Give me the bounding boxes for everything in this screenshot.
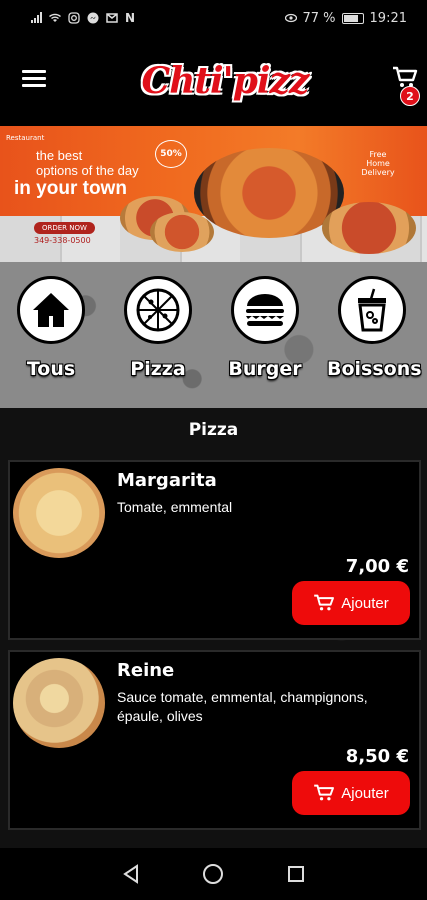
product-list: Pizza Margarita Tomate, emmental 7,00 € … — [0, 408, 427, 848]
cart-icon — [314, 594, 335, 611]
section-title: Pizza — [188, 420, 239, 440]
battery-percent: 77 % — [302, 10, 336, 26]
eye-icon — [284, 13, 297, 23]
mail-icon — [106, 13, 118, 23]
category-pizza[interactable]: Pizza — [113, 276, 203, 404]
burger-icon — [246, 294, 284, 326]
banner-pizza-image — [150, 212, 214, 252]
status-icons-left: N — [30, 11, 135, 25]
brand-logo: Chti'pizz — [140, 54, 310, 108]
cart-icon — [314, 784, 335, 801]
category-label: Tous — [26, 358, 76, 380]
chef-logo: Restaurant — [6, 134, 45, 142]
back-icon — [123, 864, 139, 884]
signal-icon — [31, 12, 42, 23]
recents-button[interactable] — [285, 863, 307, 885]
brand-name: Chti'pizz — [141, 60, 310, 102]
cart-button[interactable]: 2 — [392, 66, 422, 116]
menu-icon[interactable] — [22, 70, 46, 90]
product-price: 7,00 € — [345, 556, 409, 577]
product-name: Margarita — [117, 470, 217, 491]
category-burger[interactable]: Burger — [220, 276, 310, 404]
banner-phone: 349-338-0500 — [34, 236, 91, 245]
category-all[interactable]: Tous — [6, 276, 96, 404]
add-to-cart-label: Ajouter — [341, 784, 389, 802]
drink-icon — [358, 288, 386, 332]
banner-headline-1: the best options of the day — [36, 148, 139, 178]
category-bar: Tous Pizza Burger Boissons — [0, 262, 427, 408]
messenger-icon — [87, 12, 99, 24]
pizza-icon — [136, 288, 180, 332]
product-image — [13, 468, 105, 558]
wifi-icon — [49, 13, 61, 22]
system-nav-bar — [0, 848, 427, 900]
recents-icon — [287, 866, 304, 882]
category-label: Burger — [228, 358, 302, 380]
category-label: Boissons — [327, 358, 422, 380]
promo-banner[interactable]: Restaurant the best options of the day i… — [0, 126, 427, 262]
product-name: Reine — [117, 660, 175, 681]
banner-headline-3: in your town — [14, 178, 127, 199]
discount-badge: 50% — [155, 140, 187, 168]
clock: 19:21 — [369, 10, 407, 26]
product-card-margarita[interactable]: Margarita Tomate, emmental 7,00 € Ajoute… — [8, 460, 421, 640]
banner-delivery-text: Free Home Delivery — [361, 150, 395, 177]
home-icon — [33, 293, 69, 327]
product-image — [13, 658, 105, 748]
product-description: Sauce tomate, emmental, champignons, épa… — [117, 689, 368, 724]
product-description: Tomate, emmental — [117, 499, 233, 515]
home-button[interactable] — [202, 863, 224, 885]
home-circle-icon — [203, 864, 224, 884]
add-to-cart-label: Ajouter — [341, 594, 389, 612]
banner-pizza-image — [322, 202, 416, 254]
category-drinks[interactable]: Boissons — [327, 276, 422, 404]
add-to-cart-button[interactable]: Ajouter — [292, 581, 410, 625]
status-icons-right: 77 % 19:21 — [284, 10, 407, 26]
instagram-icon — [68, 12, 80, 24]
n-icon: N — [125, 11, 136, 25]
battery-icon — [341, 12, 364, 24]
back-button[interactable] — [120, 863, 142, 885]
product-price: 8,50 € — [345, 746, 409, 767]
banner-order-button: ORDER NOW — [34, 222, 95, 234]
add-to-cart-button[interactable]: Ajouter — [292, 771, 410, 815]
app-header: Chti'pizz 2 — [0, 36, 427, 126]
product-card-reine[interactable]: Reine Sauce tomate, emmental, champignon… — [8, 650, 421, 830]
category-label: Pizza — [130, 358, 186, 380]
status-bar: N 77 % 19:21 — [0, 0, 427, 36]
cart-count-badge: 2 — [400, 86, 420, 106]
banner-headline-2: options of the day — [36, 163, 139, 178]
